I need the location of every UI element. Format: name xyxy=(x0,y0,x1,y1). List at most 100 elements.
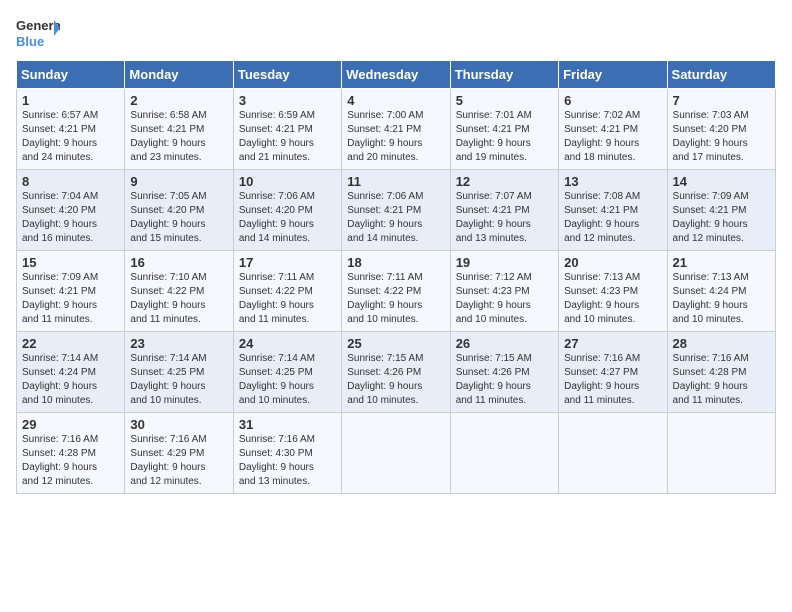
week-row-3: 15Sunrise: 7:09 AM Sunset: 4:21 PM Dayli… xyxy=(17,251,776,332)
day-cell xyxy=(559,413,667,494)
day-number: 29 xyxy=(22,417,119,432)
day-info: Sunrise: 7:16 AM Sunset: 4:28 PM Dayligh… xyxy=(22,433,119,489)
day-number: 11 xyxy=(347,174,444,189)
day-info: Sunrise: 6:59 AM Sunset: 4:21 PM Dayligh… xyxy=(239,109,336,165)
day-info: Sunrise: 7:01 AM Sunset: 4:21 PM Dayligh… xyxy=(456,109,553,165)
day-info: Sunrise: 7:16 AM Sunset: 4:27 PM Dayligh… xyxy=(564,352,661,408)
day-number: 3 xyxy=(239,93,336,108)
page-header: General Blue xyxy=(16,16,776,52)
day-cell: 12Sunrise: 7:07 AM Sunset: 4:21 PM Dayli… xyxy=(450,170,558,251)
day-cell: 5Sunrise: 7:01 AM Sunset: 4:21 PM Daylig… xyxy=(450,89,558,170)
day-number: 5 xyxy=(456,93,553,108)
calendar-table: SundayMondayTuesdayWednesdayThursdayFrid… xyxy=(16,60,776,494)
day-cell: 7Sunrise: 7:03 AM Sunset: 4:20 PM Daylig… xyxy=(667,89,775,170)
day-cell xyxy=(667,413,775,494)
day-info: Sunrise: 7:13 AM Sunset: 4:24 PM Dayligh… xyxy=(673,271,770,327)
day-cell: 16Sunrise: 7:10 AM Sunset: 4:22 PM Dayli… xyxy=(125,251,233,332)
day-number: 18 xyxy=(347,255,444,270)
day-cell: 11Sunrise: 7:06 AM Sunset: 4:21 PM Dayli… xyxy=(342,170,450,251)
day-number: 4 xyxy=(347,93,444,108)
day-cell: 31Sunrise: 7:16 AM Sunset: 4:30 PM Dayli… xyxy=(233,413,341,494)
day-cell: 28Sunrise: 7:16 AM Sunset: 4:28 PM Dayli… xyxy=(667,332,775,413)
day-number: 28 xyxy=(673,336,770,351)
day-number: 25 xyxy=(347,336,444,351)
day-number: 12 xyxy=(456,174,553,189)
col-header-saturday: Saturday xyxy=(667,61,775,89)
day-number: 17 xyxy=(239,255,336,270)
day-info: Sunrise: 7:09 AM Sunset: 4:21 PM Dayligh… xyxy=(673,190,770,246)
day-info: Sunrise: 6:58 AM Sunset: 4:21 PM Dayligh… xyxy=(130,109,227,165)
week-row-1: 1Sunrise: 6:57 AM Sunset: 4:21 PM Daylig… xyxy=(17,89,776,170)
logo: General Blue xyxy=(16,16,60,52)
day-cell: 26Sunrise: 7:15 AM Sunset: 4:26 PM Dayli… xyxy=(450,332,558,413)
day-cell: 6Sunrise: 7:02 AM Sunset: 4:21 PM Daylig… xyxy=(559,89,667,170)
day-number: 20 xyxy=(564,255,661,270)
day-cell: 20Sunrise: 7:13 AM Sunset: 4:23 PM Dayli… xyxy=(559,251,667,332)
day-number: 31 xyxy=(239,417,336,432)
day-cell: 18Sunrise: 7:11 AM Sunset: 4:22 PM Dayli… xyxy=(342,251,450,332)
day-info: Sunrise: 7:14 AM Sunset: 4:25 PM Dayligh… xyxy=(130,352,227,408)
day-info: Sunrise: 7:08 AM Sunset: 4:21 PM Dayligh… xyxy=(564,190,661,246)
week-row-5: 29Sunrise: 7:16 AM Sunset: 4:28 PM Dayli… xyxy=(17,413,776,494)
day-cell: 24Sunrise: 7:14 AM Sunset: 4:25 PM Dayli… xyxy=(233,332,341,413)
day-number: 2 xyxy=(130,93,227,108)
svg-text:Blue: Blue xyxy=(16,34,44,49)
day-cell xyxy=(342,413,450,494)
day-cell: 3Sunrise: 6:59 AM Sunset: 4:21 PM Daylig… xyxy=(233,89,341,170)
day-info: Sunrise: 7:15 AM Sunset: 4:26 PM Dayligh… xyxy=(456,352,553,408)
day-info: Sunrise: 7:02 AM Sunset: 4:21 PM Dayligh… xyxy=(564,109,661,165)
week-row-4: 22Sunrise: 7:14 AM Sunset: 4:24 PM Dayli… xyxy=(17,332,776,413)
day-number: 6 xyxy=(564,93,661,108)
day-cell: 30Sunrise: 7:16 AM Sunset: 4:29 PM Dayli… xyxy=(125,413,233,494)
day-info: Sunrise: 7:16 AM Sunset: 4:28 PM Dayligh… xyxy=(673,352,770,408)
day-cell: 17Sunrise: 7:11 AM Sunset: 4:22 PM Dayli… xyxy=(233,251,341,332)
day-info: Sunrise: 7:06 AM Sunset: 4:21 PM Dayligh… xyxy=(347,190,444,246)
day-info: Sunrise: 7:14 AM Sunset: 4:25 PM Dayligh… xyxy=(239,352,336,408)
day-cell: 29Sunrise: 7:16 AM Sunset: 4:28 PM Dayli… xyxy=(17,413,125,494)
col-header-wednesday: Wednesday xyxy=(342,61,450,89)
day-number: 13 xyxy=(564,174,661,189)
col-header-friday: Friday xyxy=(559,61,667,89)
day-number: 10 xyxy=(239,174,336,189)
day-cell xyxy=(450,413,558,494)
day-number: 16 xyxy=(130,255,227,270)
week-row-2: 8Sunrise: 7:04 AM Sunset: 4:20 PM Daylig… xyxy=(17,170,776,251)
logo-svg: General Blue xyxy=(16,16,60,52)
day-number: 7 xyxy=(673,93,770,108)
day-number: 15 xyxy=(22,255,119,270)
day-number: 23 xyxy=(130,336,227,351)
day-info: Sunrise: 7:16 AM Sunset: 4:30 PM Dayligh… xyxy=(239,433,336,489)
day-number: 21 xyxy=(673,255,770,270)
day-info: Sunrise: 7:07 AM Sunset: 4:21 PM Dayligh… xyxy=(456,190,553,246)
day-info: Sunrise: 7:03 AM Sunset: 4:20 PM Dayligh… xyxy=(673,109,770,165)
day-cell: 10Sunrise: 7:06 AM Sunset: 4:20 PM Dayli… xyxy=(233,170,341,251)
day-number: 30 xyxy=(130,417,227,432)
col-header-thursday: Thursday xyxy=(450,61,558,89)
day-cell: 22Sunrise: 7:14 AM Sunset: 4:24 PM Dayli… xyxy=(17,332,125,413)
day-info: Sunrise: 7:10 AM Sunset: 4:22 PM Dayligh… xyxy=(130,271,227,327)
day-cell: 13Sunrise: 7:08 AM Sunset: 4:21 PM Dayli… xyxy=(559,170,667,251)
day-info: Sunrise: 7:05 AM Sunset: 4:20 PM Dayligh… xyxy=(130,190,227,246)
day-number: 27 xyxy=(564,336,661,351)
day-info: Sunrise: 7:04 AM Sunset: 4:20 PM Dayligh… xyxy=(22,190,119,246)
day-info: Sunrise: 7:13 AM Sunset: 4:23 PM Dayligh… xyxy=(564,271,661,327)
day-cell: 14Sunrise: 7:09 AM Sunset: 4:21 PM Dayli… xyxy=(667,170,775,251)
day-number: 22 xyxy=(22,336,119,351)
day-cell: 9Sunrise: 7:05 AM Sunset: 4:20 PM Daylig… xyxy=(125,170,233,251)
day-info: Sunrise: 7:09 AM Sunset: 4:21 PM Dayligh… xyxy=(22,271,119,327)
day-number: 24 xyxy=(239,336,336,351)
day-info: Sunrise: 7:16 AM Sunset: 4:29 PM Dayligh… xyxy=(130,433,227,489)
day-number: 1 xyxy=(22,93,119,108)
day-cell: 1Sunrise: 6:57 AM Sunset: 4:21 PM Daylig… xyxy=(17,89,125,170)
day-number: 26 xyxy=(456,336,553,351)
day-info: Sunrise: 7:11 AM Sunset: 4:22 PM Dayligh… xyxy=(239,271,336,327)
day-cell: 2Sunrise: 6:58 AM Sunset: 4:21 PM Daylig… xyxy=(125,89,233,170)
day-cell: 8Sunrise: 7:04 AM Sunset: 4:20 PM Daylig… xyxy=(17,170,125,251)
day-number: 8 xyxy=(22,174,119,189)
day-info: Sunrise: 7:00 AM Sunset: 4:21 PM Dayligh… xyxy=(347,109,444,165)
col-header-sunday: Sunday xyxy=(17,61,125,89)
day-cell: 21Sunrise: 7:13 AM Sunset: 4:24 PM Dayli… xyxy=(667,251,775,332)
day-info: Sunrise: 7:14 AM Sunset: 4:24 PM Dayligh… xyxy=(22,352,119,408)
day-cell: 27Sunrise: 7:16 AM Sunset: 4:27 PM Dayli… xyxy=(559,332,667,413)
day-info: Sunrise: 6:57 AM Sunset: 4:21 PM Dayligh… xyxy=(22,109,119,165)
